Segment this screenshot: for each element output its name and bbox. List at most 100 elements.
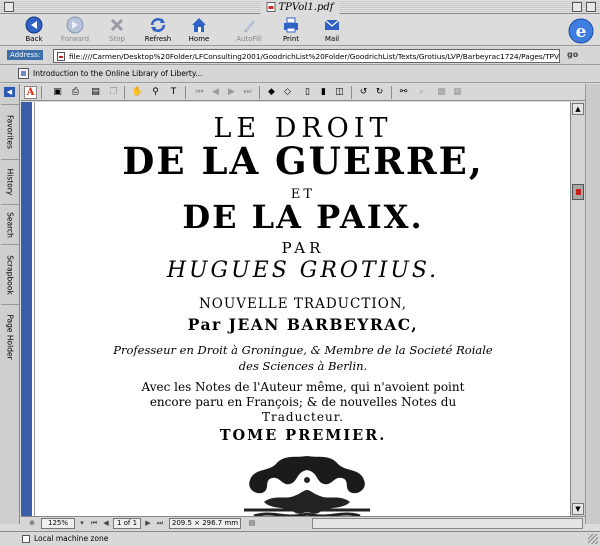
page-number-field[interactable]: 1 of 1 [113,518,141,529]
show-bookmarks-icon[interactable]: ▤ [89,86,102,99]
explorer-bar: ◀ Favorites History Search Scrapbook Pag… [0,84,20,524]
copy-icon[interactable]: ❐ [107,86,120,99]
zoom-level-field[interactable]: 125% [41,518,75,529]
vertical-scrollbar[interactable]: ▲ ▼ [570,102,585,516]
fit-page-icon[interactable]: ▮ [317,86,330,99]
scroll-down-arrow-icon[interactable]: ▼ [572,503,584,515]
forward-button[interactable]: Forward [55,16,95,45]
window-title-text: TPVol1.pdf [278,1,334,13]
page-layout-icon[interactable]: ▤ [247,518,257,529]
hand-tool-icon[interactable]: ✋ [131,86,144,99]
favorite-link[interactable]: Introduction to the Online Library of Li… [18,68,202,79]
scroll-thumb[interactable] [572,184,584,200]
pdf-document-viewer[interactable]: LE DROIT DE LA GUERRE, ET DE LA PAIX. PA… [32,102,570,516]
favorites-bar: Introduction to the Online Library of Li… [0,66,600,83]
go-back-view-icon[interactable]: ◆ [265,86,278,99]
horizontal-scrollbar[interactable] [312,518,583,529]
title-line: LE DROIT [213,113,393,144]
address-input[interactable]: file:////Carmen/Desktop%20Folder/LFConsu… [53,49,560,63]
pdf-file-icon [266,2,276,12]
refresh-button[interactable]: Refresh [138,16,178,45]
web-capture-icon[interactable]: ▦ [451,86,464,99]
translator-line: Par JEAN BARBEYRAC, [187,315,419,334]
zone-icon [22,535,30,543]
autofill-pen-icon [244,20,255,32]
zoom-menu-arrow-icon[interactable]: ▾ [77,518,87,529]
zoom-tool-icon[interactable]: ⚲ [149,86,162,99]
resize-grip-icon[interactable] [588,534,598,544]
text-select-icon[interactable]: T [167,86,180,99]
right-panel [585,84,600,524]
window-title-bar[interactable]: TPVol1.pdf [0,0,600,14]
tab-scrapbook[interactable]: Scrapbook [1,244,19,304]
explorer-toggle-arrow-icon[interactable]: ◀ [4,87,15,97]
tab-page-holder[interactable]: Page Holder [1,304,19,369]
collapse-box[interactable] [586,2,596,12]
author-line: HUGUES GROTIUS. [166,258,440,283]
address-label: Address: [7,50,44,60]
last-page-icon[interactable]: ⏭ [241,86,254,99]
window-title: TPVol1.pdf [260,0,340,14]
translation-line: NOUVELLE TRADUCTION, [198,296,408,312]
notes-line: Traducteur. [262,410,344,424]
pdf-toolbar: A ▣ ⎙ ▤ ❐ ✋ ⚲ T ⏮ ◀ ▶ ⏭ ◆ ◇ ▯ ▮ ◫ ↺ ↻ ⚯ … [21,84,600,101]
go-forward-view-icon[interactable]: ◇ [281,86,294,99]
back-arrow-icon [25,16,43,34]
status-next-page-icon[interactable]: ▶ [143,518,153,529]
autofill-button[interactable]: AutoFill [229,16,269,45]
go-button[interactable]: go [567,50,578,59]
navigation-pane-edge[interactable] [21,102,32,516]
status-last-page-icon[interactable]: ⏭ [155,518,165,529]
search-icon[interactable]: ⌕ [415,86,428,99]
tab-search[interactable]: Search [1,204,19,244]
notes-line: Avec les Notes de l'Auteur même, qui n'a… [141,380,465,394]
previous-page-icon[interactable]: ◀ [209,86,222,99]
pdf-page-icon [57,52,65,61]
next-page-icon[interactable]: ▶ [225,86,238,99]
printer-ornament-icon [244,456,370,516]
rotate-right-icon[interactable]: ↻ [373,86,386,99]
home-icon [192,18,206,32]
status-prev-page-icon[interactable]: ◀ [101,518,111,529]
notes-line: encore paru en François; & de nouvelles … [149,395,457,409]
save-icon[interactable]: ▣ [51,86,64,99]
address-text: file:////Carmen/Desktop%20Folder/LFConsu… [69,52,560,61]
fit-width-icon[interactable]: ◫ [333,86,346,99]
favorite-page-icon [18,68,29,79]
scroll-up-arrow-icon[interactable]: ▲ [572,103,584,115]
svg-text:e: e [576,22,587,42]
volume-line: TOME PREMIER. [219,427,387,444]
address-bar: Address: file:////Carmen/Desktop%20Folde… [0,47,600,65]
internet-explorer-logo-icon[interactable]: e [568,18,594,44]
translator-credentials-line: des Sciences à Berlin. [238,359,368,373]
title-line: DE LA GUERRE, [122,139,484,183]
tab-history[interactable]: History [1,159,19,204]
printer-icon [284,17,298,33]
stop-button[interactable]: Stop [97,16,137,45]
close-box[interactable] [4,2,14,12]
pdf-page: LE DROIT DE LA GUERRE, ET DE LA PAIX. PA… [36,102,570,516]
status-first-page-icon[interactable]: ⏮ [89,518,99,529]
actual-size-icon[interactable]: ▯ [301,86,314,99]
pdf-status-bar: ⊕ 125% ▾ ⏮ ◀ 1 of 1 ▶ ⏭ 209.5 × 296.7 mm… [21,516,585,530]
translator-credentials-line: Professeur en Droit à Groningue, & Membr… [113,343,493,357]
forward-arrow-icon [66,16,84,34]
status-text: Local machine zone [34,534,109,543]
rotate-left-icon[interactable]: ↺ [357,86,370,99]
author-prefix-line: PAR [281,239,325,257]
first-page-icon[interactable]: ⏮ [193,86,206,99]
home-button[interactable]: Home [179,16,219,45]
favorite-link-label: Introduction to the Online Library of Li… [33,69,203,78]
browser-status-bar: Local machine zone [0,531,600,546]
view-options-icon[interactable]: ⊕ [27,518,37,529]
print-button[interactable]: Print [271,16,311,45]
acrobat-logo-icon[interactable]: A [24,86,37,99]
print-icon[interactable]: ⎙ [69,86,82,99]
back-button[interactable]: Back [14,16,54,45]
tab-favorites[interactable]: Favorites [1,104,19,159]
zoom-box[interactable] [572,2,582,12]
mail-button[interactable]: Mail [312,16,352,45]
title-line: DE LA PAIX. [182,198,424,236]
find-binoculars-icon[interactable]: ⚯ [397,86,410,99]
toggle-annotations-icon[interactable]: ▩ [435,86,448,99]
